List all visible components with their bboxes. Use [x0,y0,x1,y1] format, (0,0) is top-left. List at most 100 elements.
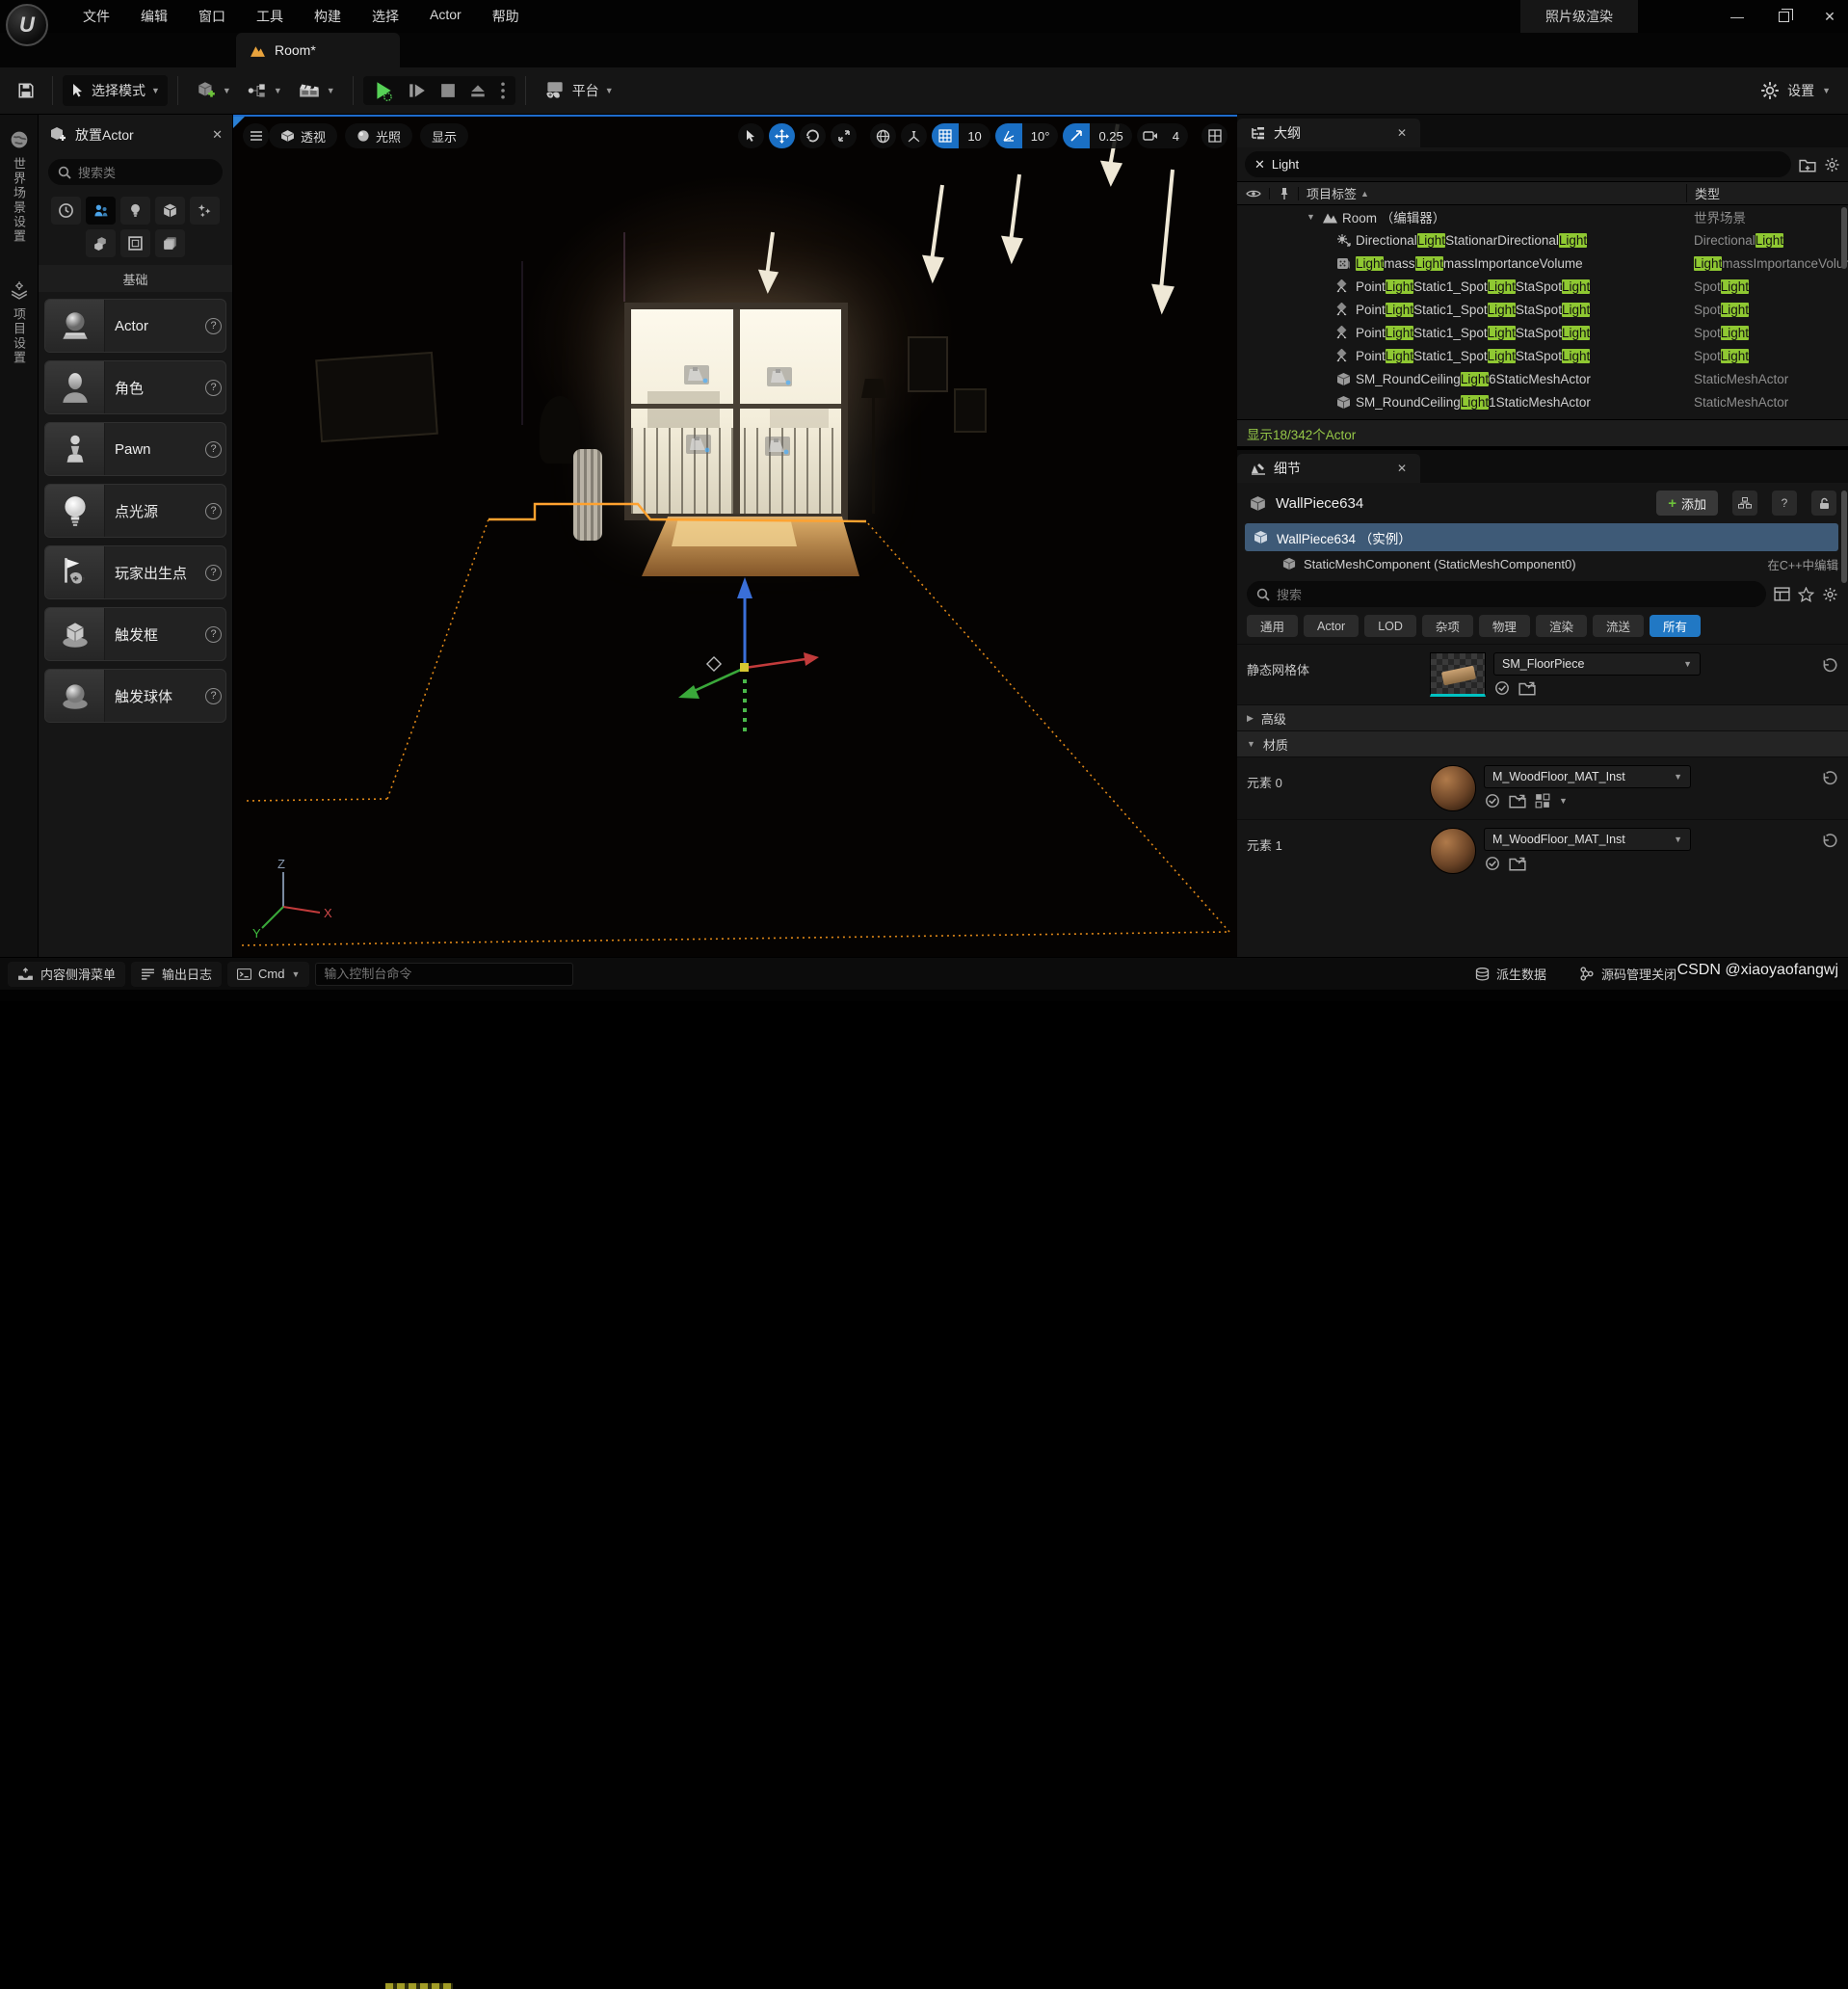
platforms-dropdown[interactable]: 平台 ▼ [536,75,621,106]
outliner-tab[interactable]: 大纲 ✕ [1237,119,1420,147]
place-item-触发球体[interactable]: 触发球体? [44,669,226,723]
browse-to-asset-icon[interactable] [1518,680,1536,696]
unreal-logo-icon[interactable]: U [6,4,48,46]
menu-构建[interactable]: 构建 [301,3,355,30]
cmd-console-dropdown[interactable]: Cmd ▼ [227,962,309,987]
camera-speed-control[interactable]: 4 [1137,123,1188,148]
source-control-button[interactable]: 源码管理关闭 [1570,962,1686,987]
details-filter-Actor[interactable]: Actor [1304,615,1359,637]
details-filter-所有[interactable]: 所有 [1650,615,1701,637]
menu-工具[interactable]: 工具 [243,3,297,30]
help-icon[interactable]: ? [205,380,222,396]
details-filter-渲染[interactable]: 渲染 [1536,615,1587,637]
clear-search-icon[interactable]: ✕ [1254,157,1265,172]
viewport-perspective-dropdown[interactable]: 透视 [269,123,337,148]
blueprints-dropdown[interactable]: ▼ [239,75,290,106]
use-selected-asset-icon[interactable] [1484,856,1501,871]
material-0-thumbnail[interactable] [1430,765,1476,811]
use-selected-asset-icon[interactable] [1484,793,1501,809]
browse-to-asset-icon[interactable] [1509,856,1526,871]
play-options-button[interactable] [500,82,506,99]
outliner-row[interactable]: PointLightStatic1_SpotLightStaSpotLightS… [1237,275,1848,298]
material-1-thumbnail[interactable] [1430,828,1476,874]
add-component-button[interactable]: +添加 [1656,491,1718,516]
place-category-geometry[interactable] [86,229,116,257]
cinematics-dropdown[interactable]: ▼ [290,75,343,106]
rotate-tool-button[interactable] [800,123,826,148]
place-panel-close-icon[interactable]: ✕ [212,127,223,143]
place-item-触发框[interactable]: 触发框? [44,607,226,661]
help-icon[interactable]: ? [205,441,222,458]
menu-编辑[interactable]: 编辑 [127,3,181,30]
details-scrollbar[interactable] [1841,491,1847,583]
blueprint-convert-button[interactable] [1732,491,1757,516]
place-category-lights[interactable] [120,197,150,225]
details-filter-杂项[interactable]: 杂项 [1422,615,1473,637]
texture-grid-icon[interactable] [1534,793,1551,809]
place-category-volumes[interactable] [120,229,150,257]
level-viewport[interactable]: Z X Y 透视 光照 [233,115,1237,957]
restore-button[interactable] [1773,6,1794,27]
menu-窗口[interactable]: 窗口 [185,3,239,30]
place-item-Actor[interactable]: Actor? [44,299,226,353]
details-help-button[interactable]: ? [1772,491,1797,516]
skip-frame-button[interactable] [408,82,427,99]
viewport-lit-dropdown[interactable]: 光照 [345,123,412,148]
place-category-basic[interactable] [86,197,116,225]
outliner-row[interactable]: LightmassLightmassImportanceVolumeLightm… [1237,252,1848,275]
static-mesh-dropdown[interactable]: SM_FloorPiece ▼ [1493,652,1701,676]
outliner-row[interactable]: PointLightStatic1_SpotLightStaSpotLightS… [1237,321,1848,344]
pin-column-icon[interactable] [1280,187,1289,200]
menu-Actor[interactable]: Actor [416,3,475,30]
outliner-row[interactable]: DirectionalLightStationarDirectionalLigh… [1237,228,1848,252]
place-item-Pawn[interactable]: Pawn? [44,422,226,476]
stop-button[interactable] [440,83,456,98]
help-icon[interactable]: ? [205,688,222,704]
content-drawer-button[interactable]: 内容侧滑菜单 [8,962,125,987]
console-command-input[interactable] [315,963,573,986]
select-mode-dropdown[interactable]: 选择模式 ▼ [63,75,168,106]
viewport-options-button[interactable] [243,123,269,148]
details-filter-LOD[interactable]: LOD [1364,615,1416,637]
eject-button[interactable] [469,83,487,98]
instance-row-selected[interactable]: WallPiece634 （实例） [1245,523,1838,551]
world-settings-rail-tab[interactable]: 世界场景设置 [10,130,29,244]
outliner-row[interactable]: ▼Room （编辑器）世界场景 [1237,205,1848,228]
visibility-column-icon[interactable] [1246,188,1261,199]
help-icon[interactable]: ? [205,318,222,334]
place-category-recently-placed[interactable] [51,197,81,225]
surface-snap-button[interactable] [901,123,927,148]
output-log-button[interactable]: 输出日志 [131,962,222,987]
details-settings-gear-icon[interactable] [1822,587,1838,602]
place-item-玩家出生点[interactable]: 玩家出生点? [44,545,226,599]
outliner-search-input[interactable]: ✕ Light [1245,151,1791,177]
place-category-visual-effects[interactable] [190,197,220,225]
derived-data-button[interactable]: 派生数据 [1465,962,1556,987]
more-options-caret-icon[interactable]: ▼ [1559,796,1568,806]
component-row[interactable]: StaticMeshComponent (StaticMeshComponent… [1237,551,1848,576]
reset-to-default-icon[interactable] [1821,771,1838,786]
outliner-add-folder-icon[interactable] [1799,157,1816,172]
place-item-点光源[interactable]: 点光源? [44,484,226,538]
details-lock-button[interactable] [1811,491,1836,516]
use-selected-asset-icon[interactable] [1493,680,1511,696]
details-filter-通用[interactable]: 通用 [1247,615,1298,637]
menu-选择[interactable]: 选择 [358,3,412,30]
play-button[interactable] [373,80,394,101]
save-button[interactable] [10,75,42,106]
help-icon[interactable]: ? [205,565,222,581]
expander-icon[interactable]: ▼ [1307,212,1318,222]
details-filter-物理[interactable]: 物理 [1479,615,1530,637]
outliner-row[interactable]: PointLightStatic1_SpotLightStaSpotLightS… [1237,344,1848,367]
close-button[interactable]: ✕ [1819,6,1840,27]
maximize-viewport-button[interactable] [1201,123,1228,148]
place-item-角色[interactable]: 角色? [44,360,226,414]
details-filter-流送[interactable]: 流送 [1593,615,1644,637]
add-actor-dropdown[interactable]: ▼ [188,75,239,106]
move-tool-button[interactable] [769,123,795,148]
edit-in-cpp-label[interactable]: 在C++中编辑 [1767,555,1838,573]
help-icon[interactable]: ? [205,503,222,519]
outliner-row[interactable]: SM_RoundCeilingLight6StaticMeshActorStat… [1237,367,1848,390]
materials-section-row[interactable]: ▼材质 [1237,730,1848,756]
details-view-options-icon[interactable] [1774,587,1790,601]
